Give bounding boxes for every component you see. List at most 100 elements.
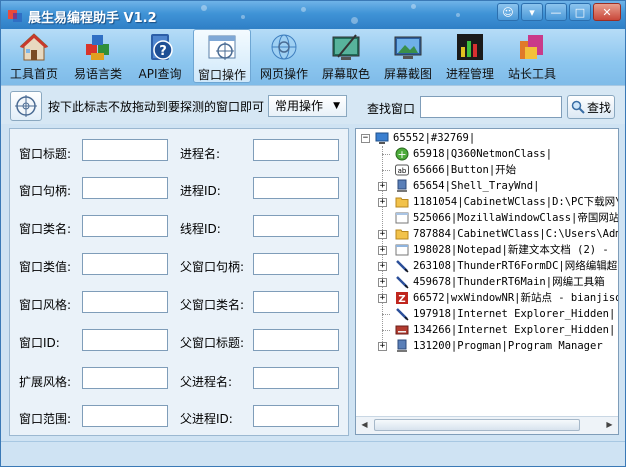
process-id-field[interactable] <box>253 177 339 199</box>
process-name-field[interactable] <box>253 139 339 161</box>
field-label: 父进程ID: <box>180 412 233 426</box>
expand-icon[interactable]: + <box>378 230 387 239</box>
parent-title-field[interactable] <box>253 329 339 351</box>
tree-node-label: 263108|ThunderRT6FormDC|网络编辑超 <box>413 260 618 272</box>
collapse-icon[interactable]: − <box>361 134 370 143</box>
menu-button[interactable]: ▾ <box>521 3 543 21</box>
field-label: 窗口ID: <box>19 336 60 350</box>
toolbar-label: 窗口操作 <box>197 68 246 82</box>
parent-class-field[interactable] <box>253 291 339 313</box>
tree-node-label: 65918|Q360NetmonClass| <box>413 148 553 160</box>
window-handle-field[interactable] <box>82 177 168 199</box>
expand-icon[interactable]: + <box>378 342 387 351</box>
search-label: 查找窗口 <box>367 102 416 116</box>
toolbar-screenshot[interactable]: 屏幕截图 <box>379 29 437 83</box>
plus-circle-icon: + <box>395 147 409 161</box>
field-label: 窗口标题: <box>19 147 72 161</box>
house-icon <box>19 33 49 61</box>
field-label: 线程ID: <box>180 222 221 236</box>
parent-process-id-field[interactable] <box>253 405 339 427</box>
window-target-icon <box>208 35 236 60</box>
dropdown-label: 常用操作 <box>275 99 324 113</box>
toolbar-site-tools[interactable]: 站长工具 <box>503 29 561 83</box>
toolbar-eyuyan[interactable]: 易语言类 <box>69 29 127 83</box>
skin-button[interactable]: ☺ <box>497 3 519 21</box>
expand-icon[interactable]: + <box>378 262 387 271</box>
window-properties-panel: 窗口标题: 进程名: 窗口句柄: 进程ID: 窗口类名: 线程ID: 窗口类值:… <box>9 128 349 436</box>
toolbar-label: 站长工具 <box>507 67 556 81</box>
filezilla-icon: Z <box>396 292 408 305</box>
scroll-right-icon[interactable]: ▶ <box>601 417 618 433</box>
toolbar-window-ops[interactable]: 窗口操作 <box>193 29 251 83</box>
expand-icon[interactable]: + <box>378 246 387 255</box>
tree-node-label: 525066|MozillaWindowClass|帝国网站 <box>413 212 619 224</box>
field-label: 父窗口类名: <box>180 298 245 312</box>
window-class-value-field[interactable] <box>82 253 168 275</box>
search-button-label: 查找 <box>586 100 611 115</box>
minimize-button[interactable]: — <box>545 3 567 21</box>
svg-text:Z: Z <box>398 294 405 305</box>
site-tools-icon <box>520 35 543 59</box>
toolbar-api[interactable]: ? API查询 <box>131 29 189 83</box>
toolbar-label: API查询 <box>138 67 182 81</box>
svg-text:+: + <box>397 148 406 161</box>
field-label: 窗口类名: <box>19 222 72 236</box>
scroll-left-icon[interactable]: ◀ <box>356 417 373 433</box>
expand-icon[interactable]: + <box>378 198 387 207</box>
toolbar-color-picker[interactable]: 屏幕取色 <box>317 29 375 83</box>
parent-handle-field[interactable] <box>253 253 339 275</box>
field-label: 父进程名: <box>180 375 233 389</box>
dropdown-arrow-icon: ▼ <box>333 101 340 111</box>
status-bar <box>1 441 625 466</box>
close-button[interactable]: ✕ <box>593 3 621 21</box>
field-label: 窗口类值: <box>19 260 72 274</box>
field-label: 窗口范围: <box>19 412 72 426</box>
expand-icon[interactable]: + <box>378 278 387 287</box>
svg-text:ab: ab <box>398 167 407 175</box>
computer-icon <box>397 179 407 192</box>
field-label: 窗口句柄: <box>19 184 72 198</box>
tree-node-label: 66572|wxWindowNR|新站点 - bianjiso <box>413 292 619 304</box>
action-row: 按下此标志不放拖动到要探测的窗口即可 常用操作 ▼ 查找窗口 查找 <box>1 85 625 124</box>
title-bar[interactable]: 晨生易编程助手 V1.2 ☺ ▾ — □ ✕ <box>1 1 625 29</box>
thread-id-field[interactable] <box>253 215 339 237</box>
maximize-button[interactable]: □ <box>569 3 591 21</box>
svg-text:?: ? <box>159 44 167 59</box>
scroll-thumb[interactable] <box>374 419 580 431</box>
tree-node-label: 198028|Notepad|新建文本文档 (2) - <box>413 244 609 256</box>
tree-root-label: 65552|#32769| <box>393 132 476 144</box>
common-actions-dropdown[interactable]: 常用操作 ▼ <box>268 95 347 117</box>
color-picker-icon <box>332 34 360 60</box>
finder-hint: 按下此标志不放拖动到要探测的窗口即可 <box>48 100 265 114</box>
toolbar-web-ops[interactable]: 网页操作 <box>255 29 313 83</box>
search-window-input[interactable] <box>420 96 562 118</box>
search-icon <box>571 100 585 114</box>
expand-icon[interactable]: + <box>378 294 387 303</box>
window-title: 晨生易编程助手 V1.2 <box>28 11 157 26</box>
toolbar-label: 易语言类 <box>73 67 122 81</box>
toolbar-process[interactable]: 进程管理 <box>441 29 499 83</box>
parent-process-name-field[interactable] <box>253 367 339 389</box>
pen-icon <box>396 260 409 273</box>
pen-icon <box>396 276 409 289</box>
folder-icon <box>395 197 409 208</box>
window-rect-field[interactable] <box>82 405 168 427</box>
process-chart-icon <box>457 34 483 60</box>
window-finder-target[interactable] <box>10 91 42 121</box>
horizontal-scrollbar[interactable]: ◀ ▶ <box>356 416 618 434</box>
window-class-field[interactable] <box>82 215 168 237</box>
computer-icon <box>397 339 407 352</box>
window-style-field[interactable] <box>82 291 168 313</box>
toolbar-home[interactable]: 工具首页 <box>5 29 63 83</box>
ext-style-field[interactable] <box>82 367 168 389</box>
pen-icon <box>396 308 409 321</box>
tree-node-label: 65666|Button|开始 <box>413 164 517 176</box>
field-label: 进程名: <box>180 147 221 161</box>
search-button[interactable]: 查找 <box>567 95 615 119</box>
main-window: 晨生易编程助手 V1.2 ☺ ▾ — □ ✕ 工具首页 易语言类 ? API查询… <box>0 0 626 467</box>
window-id-field[interactable] <box>82 329 168 351</box>
window-title-field[interactable] <box>82 139 168 161</box>
blocks-icon <box>86 35 109 60</box>
window-tree-panel[interactable]: − 65552|#32769| + 65918|Q360NetmonClass|… <box>355 128 619 435</box>
expand-icon[interactable]: + <box>378 182 387 191</box>
